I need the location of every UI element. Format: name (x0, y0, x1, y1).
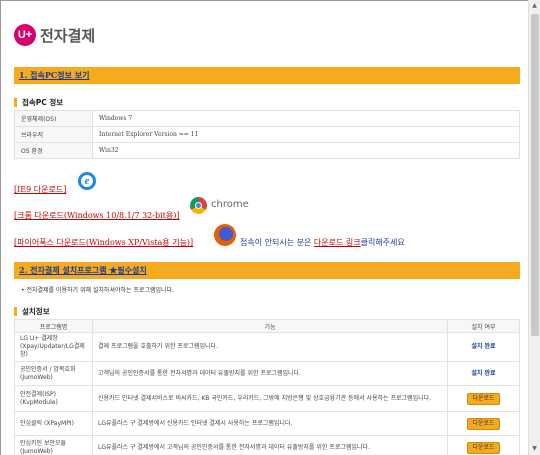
os-value: Windows 7 (92, 110, 520, 127)
logo: U+ 전자결제 (14, 24, 95, 46)
logo-text: 전자결제 (40, 26, 96, 45)
pc-info-heading: 접속PC 정보 (14, 98, 63, 107)
program-name: 공인인증서 / 암복호화 (JumoWeb) (14, 361, 93, 386)
page: U+ 전자결제 1. 접속PC정보 보기 접속PC 정보 운영체제(OS) Wi… (0, 0, 528, 455)
firefox-icon (214, 224, 236, 246)
contact-download-link[interactable]: 다운로드 링크 (314, 238, 361, 247)
section-pc-info-bar: 1. 접속PC정보 보기 (14, 67, 520, 84)
install-note: • 전자결제를 이용하기 위해 설치하셔야하는 프로그램입니다. (21, 287, 174, 294)
pc-info-table: 운영체제(OS) Windows 7 브라우저 Internet Explore… (14, 110, 520, 159)
table-row: 공인인증서 / 암복호화 (JumoWeb) 고객님의 공인인증서를 통한 전자… (14, 361, 520, 386)
table-row: 안심클릭 (XPayMPI) LG유플러스 구 결제방에서 신용카드 인터넷 결… (14, 411, 520, 436)
table-row: 브라우저 Internet Explorer Version == 11 (14, 126, 520, 143)
program-desc: LG유플러스 구 결제방에서 신용카드 인터넷 결제시 사용하는 프로그램입니다… (92, 411, 448, 436)
install-status: 설치 완료 (471, 343, 496, 350)
program-name: LG U+ 결제창 (Xpay/Updater/LG결제창) (14, 332, 93, 362)
table-row: OS 환경 Win32 (14, 142, 520, 159)
scroll-down-arrow-icon[interactable]: ▼ (529, 443, 540, 455)
chrome-brand-text: chrome (211, 199, 249, 210)
section-install-title[interactable]: 2. 전자결제 설치프로그램 ★필수설치 (19, 265, 147, 276)
section-pc-info-title[interactable]: 1. 접속PC정보 보기 (19, 70, 89, 81)
vertical-scrollbar[interactable]: ▲ ▼ (528, 0, 540, 455)
section-install-bar: 2. 전자결제 설치프로그램 ★필수설치 (14, 262, 520, 279)
download-button[interactable]: 다운로드 (467, 417, 500, 430)
download-button[interactable]: 다운로드 (467, 441, 500, 454)
chrome-download-link[interactable]: [크롬 다운로드(Windows 10/8.1/7 32-bit용)] (14, 210, 179, 221)
scroll-up-arrow-icon[interactable]: ▲ (529, 0, 540, 12)
ie-download-link[interactable]: [IE9 다운로드] (14, 184, 66, 195)
download-button[interactable]: 다운로드 (467, 392, 500, 405)
install-heading: 설치정보 (14, 307, 50, 316)
install-table: 프로그램명 기능 설치 여부 LG U+ 결제창 (Xpay/Updater/L… (14, 319, 520, 455)
os-env-value: Win32 (92, 142, 520, 159)
os-env-label: OS 환경 (14, 142, 93, 159)
table-header-row: 프로그램명 기능 설치 여부 (14, 319, 520, 333)
contact-note: 접속이 안되시는 분은 다운로드 링크클릭해주세요 (240, 237, 405, 248)
lg-uplus-logo-icon: U+ (14, 24, 36, 46)
column-header: 프로그램명 (14, 319, 93, 333)
os-label: 운영체제(OS) (14, 110, 93, 127)
column-header: 기능 (92, 319, 448, 333)
program-desc: 고객님의 공인인증서를 통한 전자서명과 데이터 유출방지를 위한 프로그램입니… (92, 361, 448, 386)
table-row: LG U+ 결제창 (Xpay/Updater/LG결제창) 결제 프로그램을 … (14, 332, 520, 362)
browser-label: 브라우저 (14, 126, 93, 143)
table-row: 운영체제(OS) Windows 7 (14, 110, 520, 127)
browser-value: Internet Explorer Version == 11 (92, 126, 520, 143)
column-header: 설치 여부 (447, 319, 520, 333)
program-desc: 결제 프로그램을 호출하기 위한 프로그램입니다. (92, 332, 448, 362)
install-status: 설치 완료 (471, 369, 496, 377)
firefox-download-link[interactable]: [파이어폭스 다운로드(Windows XP/Vista용 기능)] (14, 237, 193, 248)
program-desc: 신용카드 인터넷 결제서비스로 비씨카드, KB 국민카드, 우리카드, 그밖에… (92, 385, 448, 412)
contact-post: 클릭해주세요 (360, 238, 405, 247)
program-name: 안전결제(ISP) (KvpModule) (14, 385, 93, 412)
chrome-icon (190, 197, 207, 214)
table-row: 안심키인 보안모듈 (JumoWeb) LG유플러스 구 결제방에서 고객님의 … (14, 435, 520, 455)
program-desc: LG유플러스 구 결제방에서 고객님의 공인인증서를 통한 전자서명과 데이터 … (92, 435, 448, 455)
contact-pre: 접속이 안되시는 분은 (240, 238, 314, 247)
internet-explorer-icon: e (78, 172, 96, 190)
scroll-thumb[interactable] (531, 14, 539, 336)
program-name: 안심키인 보안모듈 (JumoWeb) (14, 435, 93, 455)
program-name: 안심클릭 (XPayMPI) (14, 411, 93, 436)
table-row: 안전결제(ISP) (KvpModule) 신용카드 인터넷 결제서비스로 비씨… (14, 385, 520, 412)
